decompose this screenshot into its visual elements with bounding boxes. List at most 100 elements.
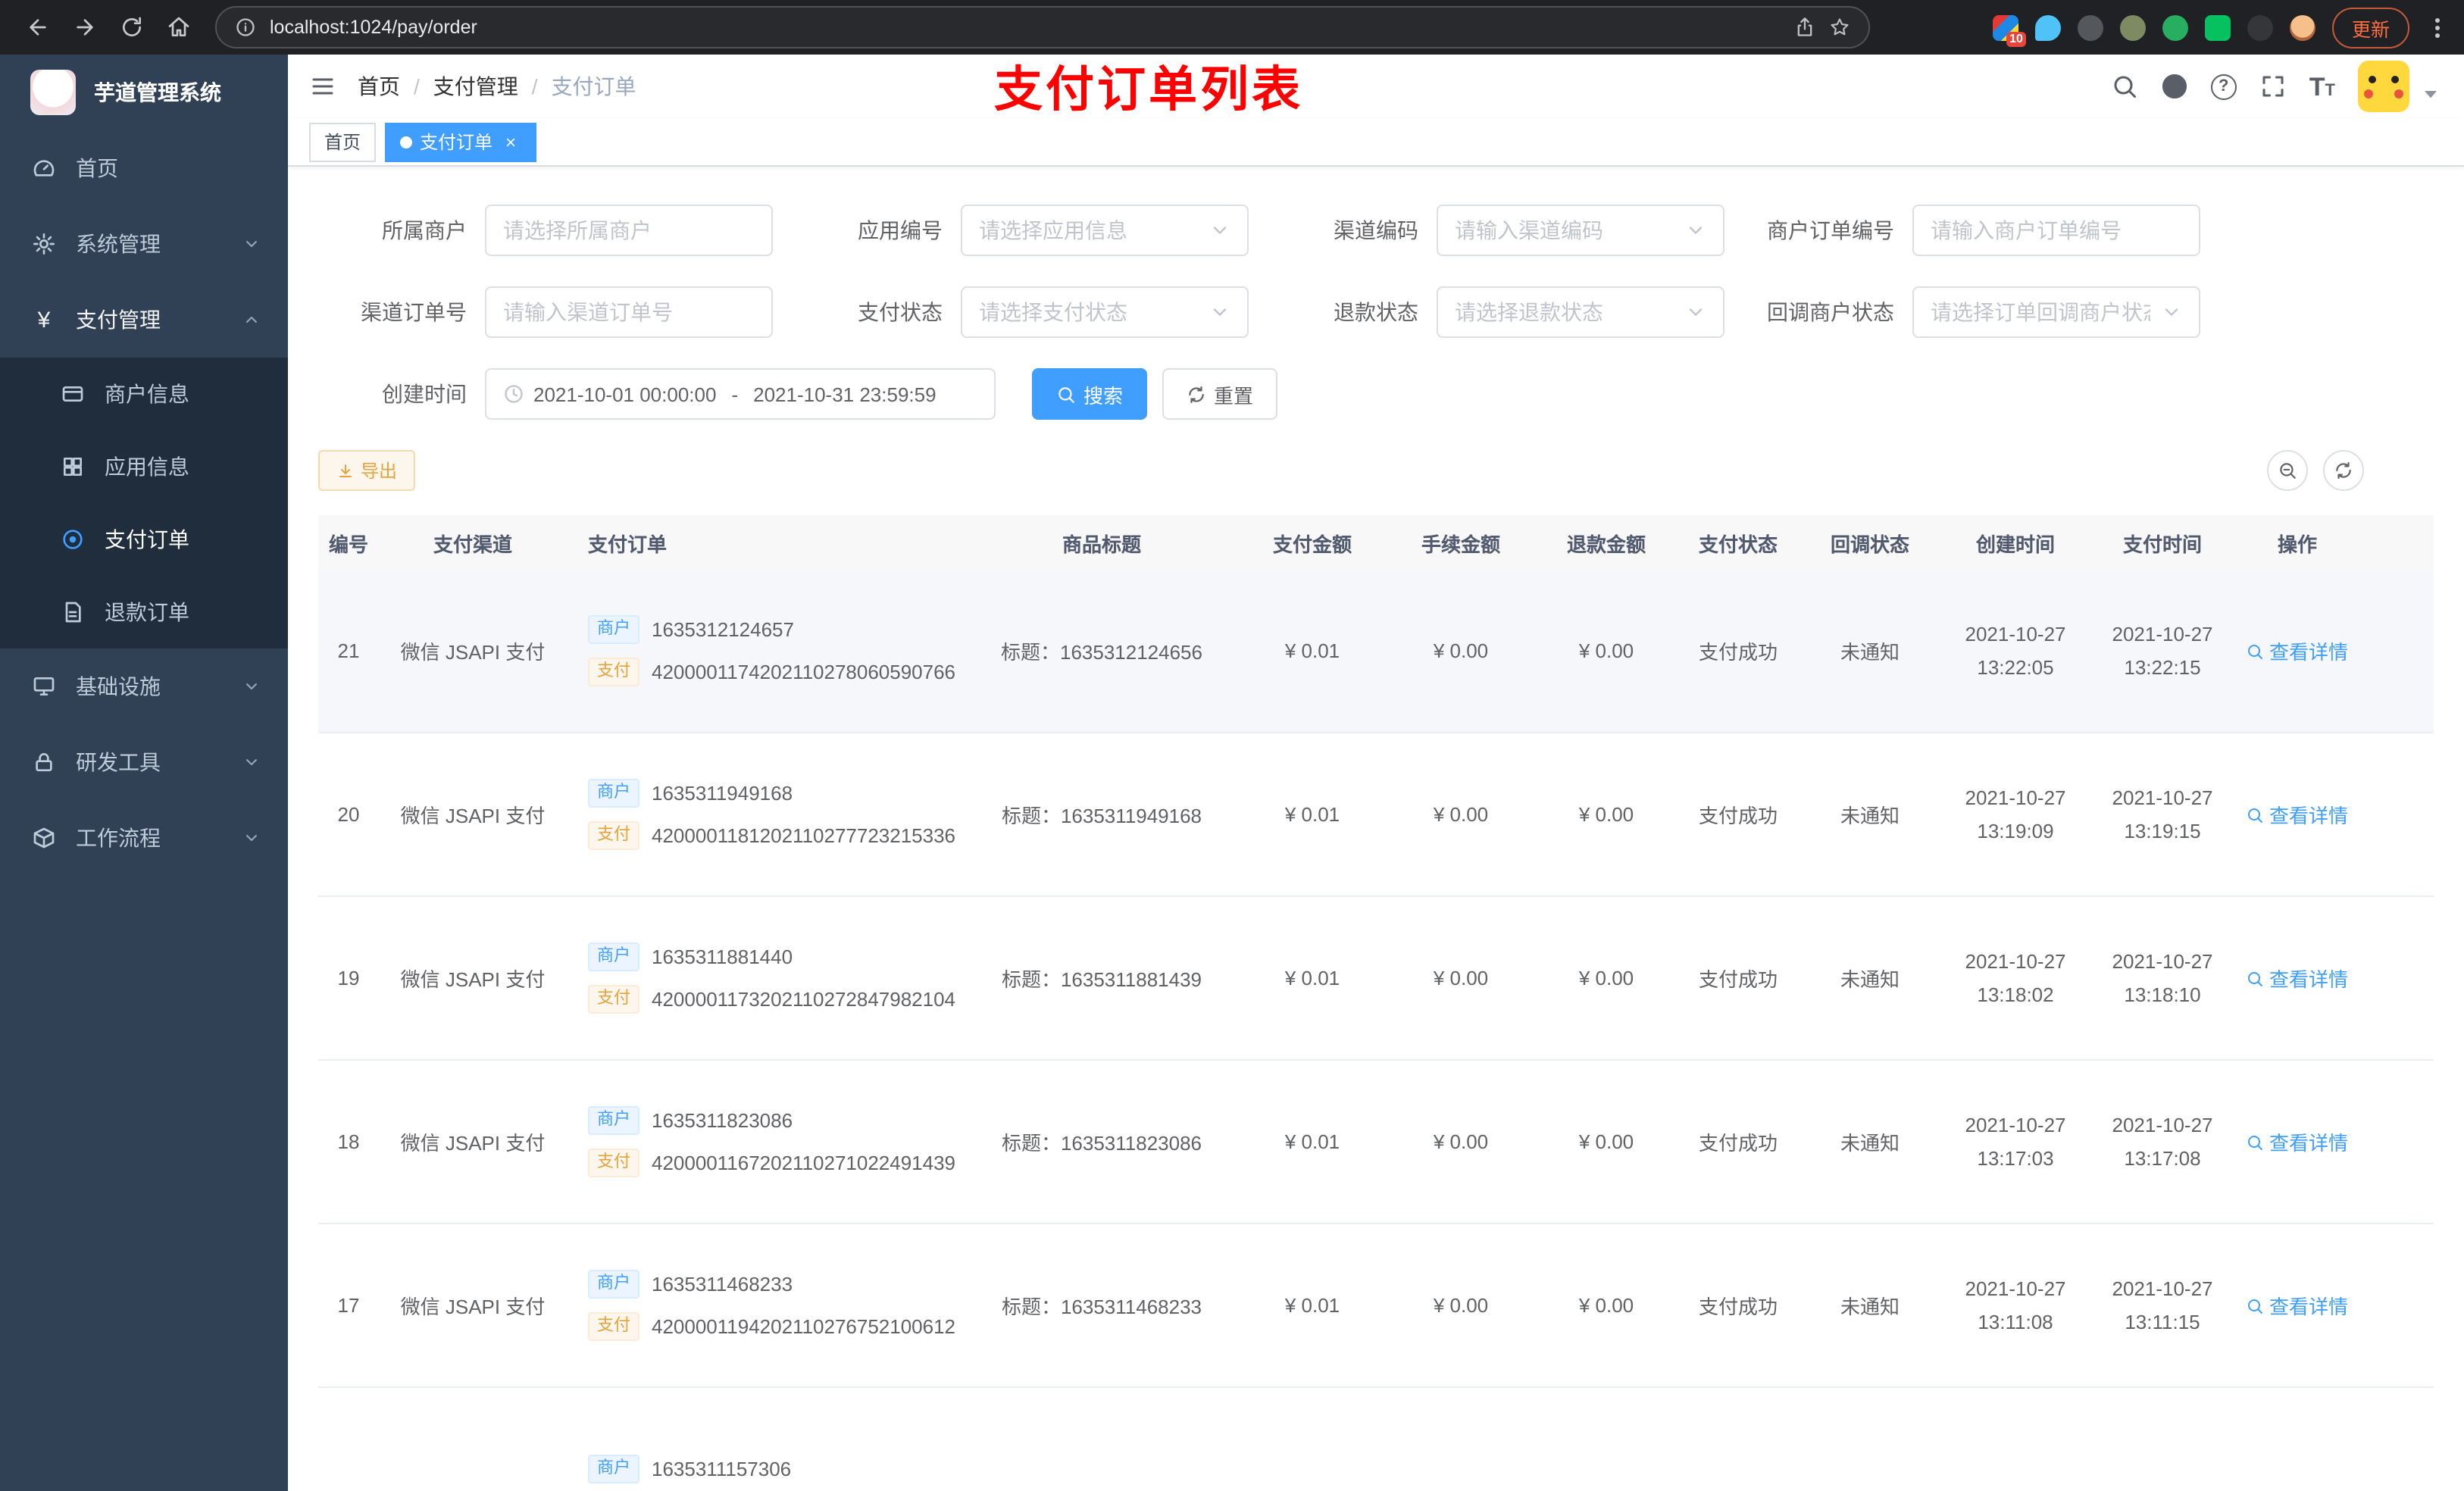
- sidebar-item-payment[interactable]: 支付管理: [0, 282, 288, 358]
- pay-order-table: 编号 支付渠道 支付订单 商品标题 支付金额 手续金额 退款金额 支付状态 回调…: [318, 515, 2434, 1491]
- cell-fee-amount: ¥ 0.00: [1433, 803, 1489, 826]
- close-tab-icon[interactable]: [500, 131, 521, 152]
- cell-callback-status: 未通知: [1840, 641, 1900, 664]
- search-button[interactable]: 搜索: [1032, 368, 1148, 420]
- app-no-select[interactable]: 请选择应用信息: [961, 205, 1249, 256]
- chevron-down-icon: [242, 753, 261, 771]
- merchant-order-no-label: 商户订单编号: [1767, 218, 1894, 242]
- table-row: 商户 1635311157306: [318, 1388, 2434, 1491]
- sidebar-item-pay-order[interactable]: 支付订单: [0, 503, 288, 576]
- pay-tag: 支付: [588, 1149, 639, 1177]
- site-info-icon[interactable]: [235, 17, 256, 38]
- user-avatar[interactable]: [2358, 61, 2409, 112]
- refund-status-select[interactable]: 请选择退款状态: [1437, 286, 1724, 338]
- extension-icon-5[interactable]: [2162, 14, 2188, 40]
- cell-pay-amount: ¥ 0.01: [1284, 1294, 1340, 1317]
- merchant-order-no: 1635311468233: [652, 1273, 793, 1296]
- cell-action: 查看详情: [2240, 1291, 2355, 1320]
- extension-icon-1[interactable]: 10: [1992, 14, 2026, 46]
- fullscreen-icon[interactable]: [2259, 73, 2287, 100]
- extension-icon-3[interactable]: [2077, 14, 2103, 40]
- grid-icon: [61, 455, 85, 479]
- breadcrumb-home[interactable]: 首页: [358, 71, 400, 102]
- merchant-order-no: 1635312124657: [652, 618, 794, 641]
- pay-status-select[interactable]: 请选择支付状态: [961, 286, 1249, 338]
- sidebar-toggle-icon[interactable]: [288, 73, 358, 100]
- app-no-label: 应用编号: [858, 218, 943, 242]
- browser-forward-button[interactable]: [62, 5, 106, 49]
- browser-update-button[interactable]: 更新: [2331, 7, 2409, 48]
- cell-refund-amount: ¥ 0.00: [1578, 639, 1634, 662]
- view-detail-link[interactable]: 查看详情: [2247, 800, 2348, 829]
- cell-title: 标题：1635311949168: [1001, 805, 1202, 827]
- cell-callback-status: 未通知: [1840, 805, 1900, 827]
- refresh-icon: [1187, 384, 1206, 404]
- pay-order-line: 支付 4200001194202110276752100612: [588, 1312, 955, 1341]
- cell-action: 查看详情: [2240, 1127, 2355, 1156]
- extension-icon-6[interactable]: [2204, 14, 2231, 40]
- cell-id: 18: [337, 1130, 360, 1153]
- cell-fee-amount: ¥ 0.00: [1433, 967, 1489, 989]
- pay-order-no: 4200001194202110276752100612: [652, 1315, 956, 1338]
- channel-code-select[interactable]: 请输入渠道编码: [1437, 205, 1724, 256]
- channel-order-no-input[interactable]: [503, 300, 755, 324]
- browser-menu-icon[interactable]: [2426, 11, 2449, 43]
- view-detail-link[interactable]: 查看详情: [2247, 1291, 2348, 1320]
- cell-callback-status: 未通知: [1840, 1132, 1900, 1155]
- extension-icon-4[interactable]: [2119, 14, 2146, 40]
- address-bar[interactable]: localhost:1024/pay/order: [215, 6, 1870, 48]
- extension-icon-2[interactable]: [2034, 14, 2061, 40]
- cell-channel: 微信 JSAPI 支付: [400, 641, 546, 664]
- toggle-search-button[interactable]: [2267, 450, 2308, 491]
- github-icon[interactable]: [2161, 73, 2188, 100]
- cell-channel: 微信 JSAPI 支付: [400, 1296, 546, 1318]
- pay-order-no: 4200001167202110271022491439: [652, 1152, 956, 1174]
- browser-profile-avatar[interactable]: [2289, 14, 2315, 40]
- merchant-tag: 商户: [588, 779, 639, 808]
- sidebar-item-infrastructure[interactable]: 基础设施: [0, 649, 288, 724]
- callback-status-label: 回调商户状态: [1767, 300, 1894, 324]
- font-size-icon[interactable]: [2309, 73, 2335, 99]
- callback-status-select[interactable]: 请选择订单回调商户状态: [1912, 286, 2200, 338]
- cell-channel: 微信 JSAPI 支付: [400, 805, 546, 827]
- merchant-order-line: 商户 1635311468233: [588, 1270, 793, 1299]
- create-time-range-picker[interactable]: 2021-10-01 00:00:00 - 2021-10-31 23:59:5…: [485, 368, 996, 420]
- merchant-order-no-input[interactable]: [1931, 218, 2182, 242]
- view-detail-link[interactable]: 查看详情: [2247, 1127, 2348, 1156]
- chevron-down-icon: [242, 677, 261, 695]
- refresh-table-button[interactable]: [2323, 450, 2364, 491]
- sidebar-item-workflow[interactable]: 工作流程: [0, 800, 288, 876]
- date-separator: -: [731, 383, 739, 405]
- extension-area: 10 更新: [1992, 7, 2449, 48]
- reset-button[interactable]: 重置: [1162, 368, 1278, 420]
- app-logo[interactable]: 芋道管理系统: [0, 55, 288, 130]
- merchant-input[interactable]: [503, 218, 755, 242]
- tab-pay-order[interactable]: 支付订单: [385, 122, 537, 161]
- help-icon[interactable]: [2210, 73, 2237, 99]
- sidebar-item-app-info[interactable]: 应用信息: [0, 430, 288, 503]
- browser-back-button[interactable]: [15, 5, 59, 49]
- sidebar-item-system[interactable]: 系统管理: [0, 206, 288, 282]
- cell-pay-order: 商户 1635311468233 支付 42000011942021102767…: [567, 1270, 970, 1341]
- share-icon[interactable]: [1794, 17, 1815, 38]
- sidebar-item-dev-tools[interactable]: 研发工具: [0, 724, 288, 800]
- export-button[interactable]: 导出: [318, 450, 416, 491]
- extensions-puzzle-icon[interactable]: [2247, 14, 2273, 40]
- sidebar-item-home[interactable]: 首页: [0, 130, 288, 206]
- browser-reload-button[interactable]: [109, 5, 153, 49]
- sidebar-item-refund-order[interactable]: 退款订单: [0, 576, 288, 649]
- search-icon[interactable]: [2111, 73, 2138, 100]
- browser-home-button[interactable]: [156, 5, 200, 49]
- caret-down-icon[interactable]: [2419, 82, 2443, 106]
- bookmark-star-icon[interactable]: [1829, 17, 1850, 38]
- cell-paid-time: 2021-10-27 13:19:15: [2112, 786, 2213, 842]
- content-area: 所属商户 应用编号 请选择应用信息 渠道编码: [288, 167, 2464, 1491]
- cell-created-time: 2021-10-27 13:18:02: [1965, 950, 2066, 1005]
- tab-home[interactable]: 首页: [309, 122, 377, 161]
- breadcrumb-payment[interactable]: 支付管理: [433, 71, 518, 102]
- table-header: 编号 支付渠道 支付订单 商品标题 支付金额 手续金额 退款金额 支付状态 回调…: [318, 515, 2434, 570]
- merchant-order-no: 1635311949168: [652, 782, 793, 805]
- sidebar-item-merchant-info[interactable]: 商户信息: [0, 358, 288, 430]
- view-detail-link[interactable]: 查看详情: [2247, 636, 2348, 665]
- view-detail-link[interactable]: 查看详情: [2247, 964, 2348, 992]
